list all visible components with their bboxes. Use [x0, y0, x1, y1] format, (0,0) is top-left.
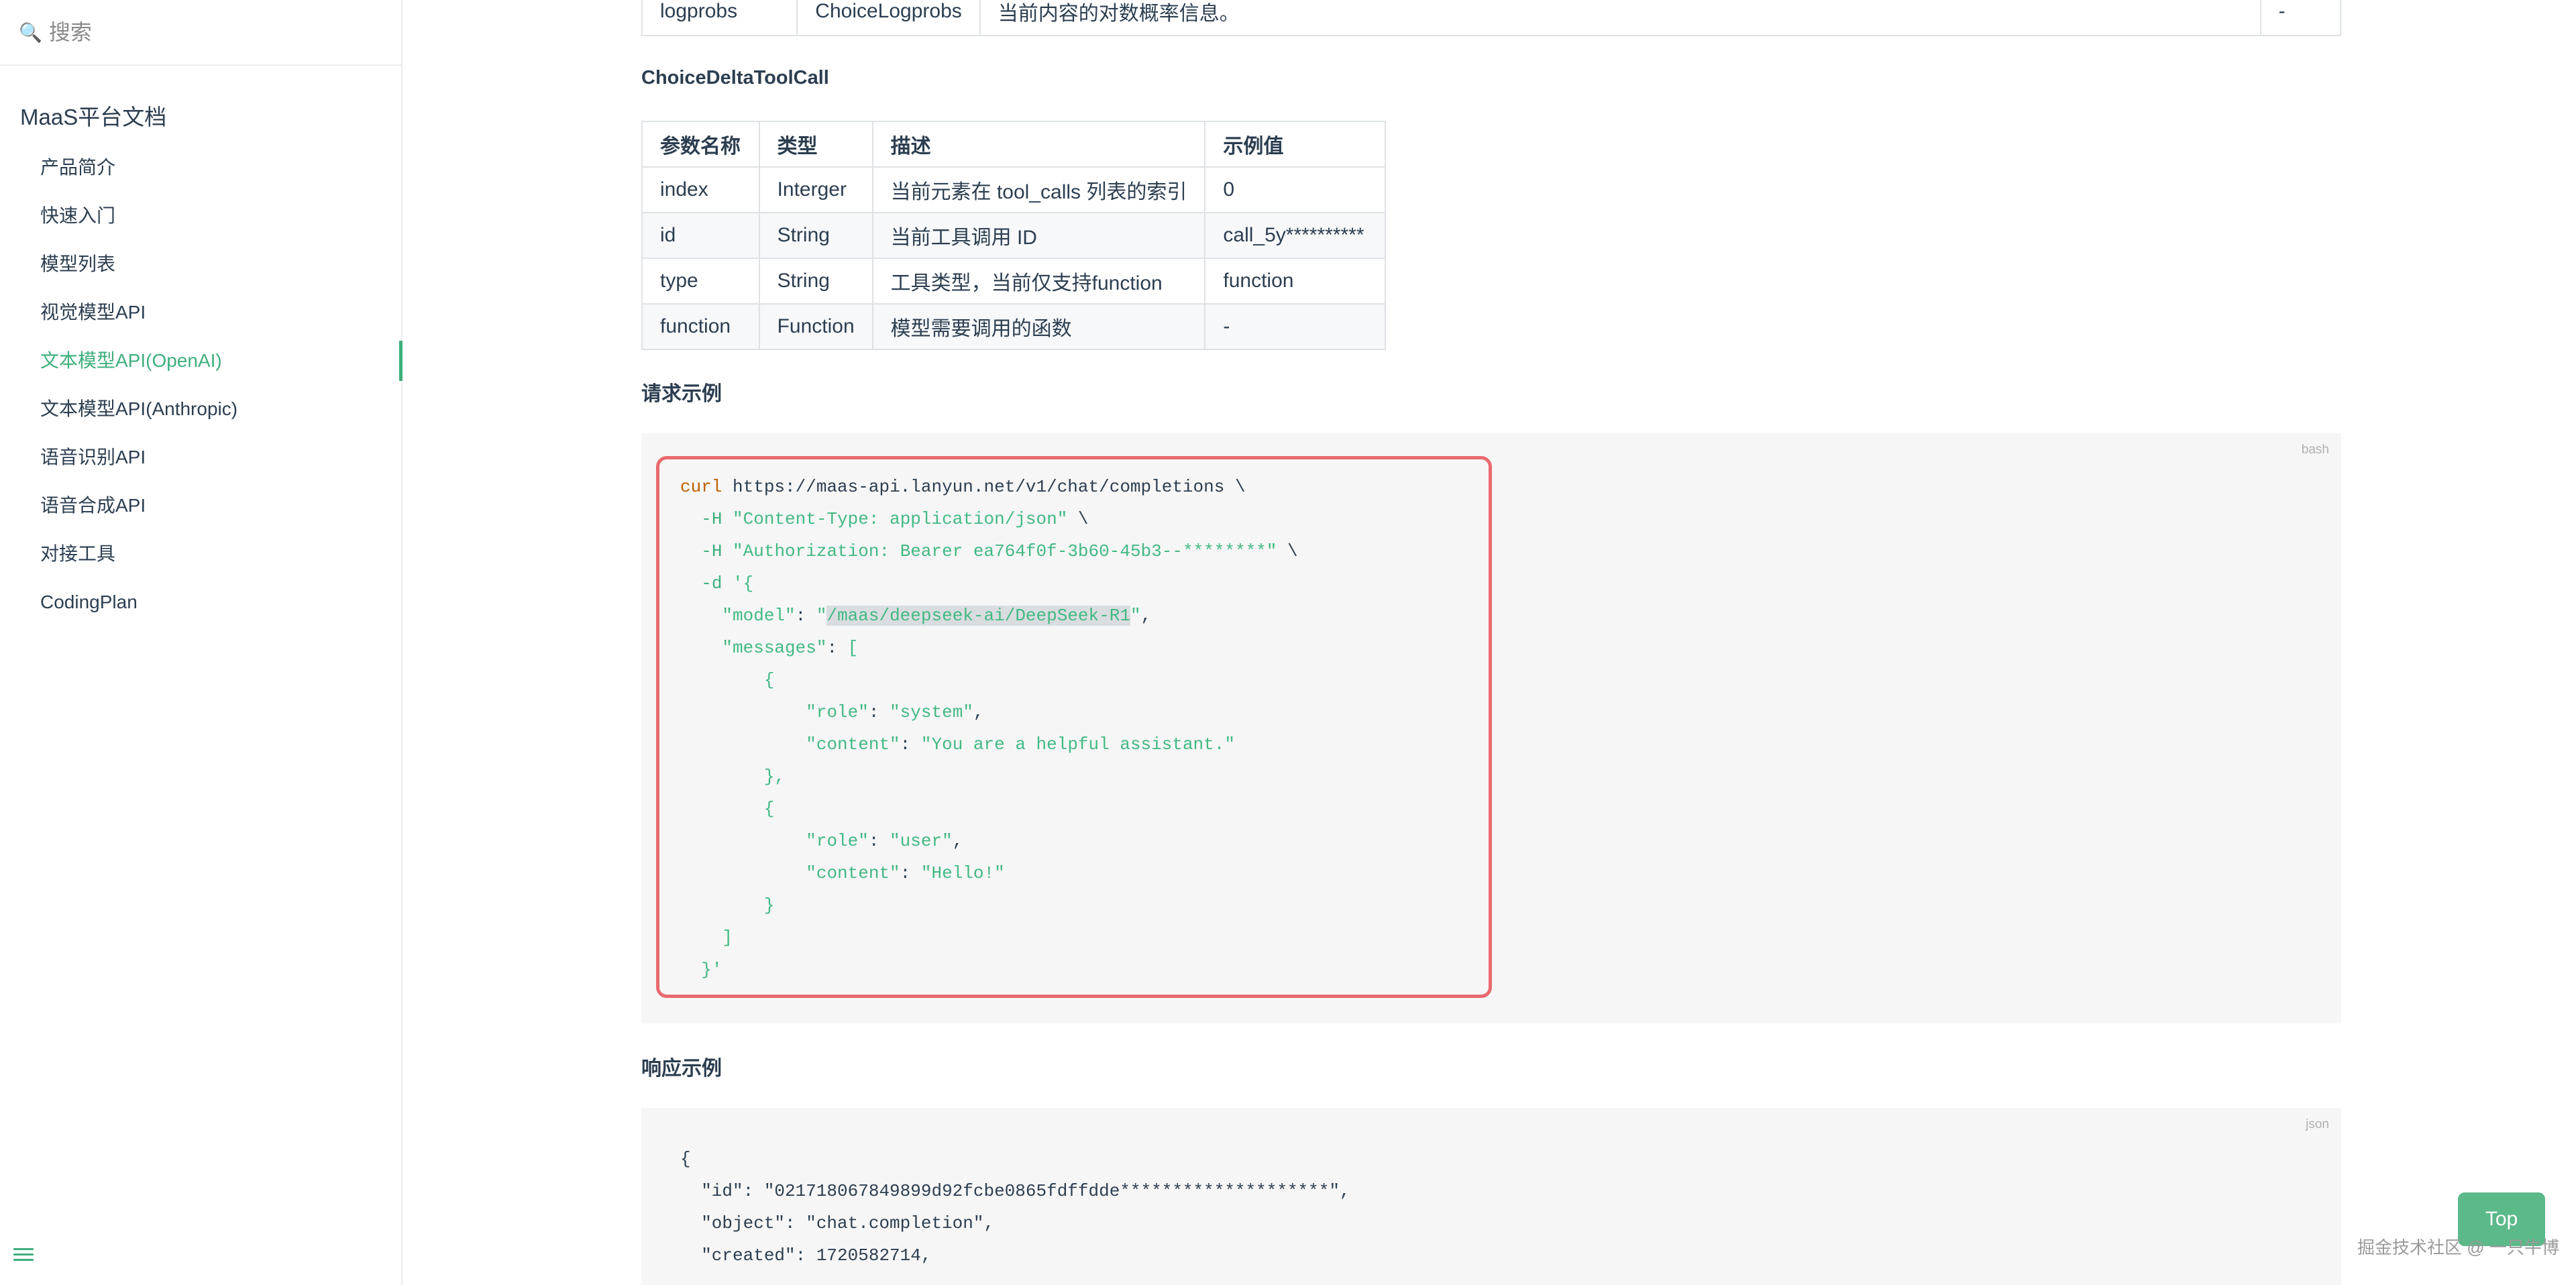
table-cell: -	[2259, 0, 2342, 36]
tool-call-table: 参数名称 类型 描述 示例值 index Interger 当前元素在 tool…	[641, 121, 1386, 350]
sidebar-item-quick-start[interactable]: 快速入门	[0, 192, 401, 240]
table-cell: 当前内容的对数概率信息。	[979, 0, 2261, 36]
code-line: "created": 1720582714,	[680, 1245, 932, 1266]
table-cell: String	[758, 258, 873, 304]
sidebar-nav: 产品简介 快速入门 模型列表 视觉模型API 文本模型API(OpenAI) 文…	[0, 144, 402, 626]
top-table: logprobs ChoiceLogprobs 当前内容的对数概率信息。 -	[641, 0, 2342, 36]
sidebar-item-speech-synthesis-api[interactable]: 语音合成API	[0, 482, 401, 530]
column-header: 参数名称	[641, 121, 760, 168]
code-lang-label: json	[2306, 1117, 2329, 1131]
table-row: logprobs ChoiceLogprobs 当前内容的对数概率信息。 -	[641, 0, 2342, 36]
column-header: 示例值	[1204, 121, 1386, 168]
table-cell: function	[641, 303, 760, 350]
watermark: 掘金技术社区 @ 一只牛博	[2357, 1237, 2559, 1258]
table-cell: 模型需要调用的函数	[871, 303, 1206, 350]
table-row: type String 工具类型，当前仅支持function function	[641, 258, 1386, 304]
sidebar-item-speech-recognition-api[interactable]: 语音识别API	[0, 433, 401, 482]
sidebar: 🔍 MaaS平台文档 产品简介 快速入门 模型列表 视觉模型API 文本模型AP…	[0, 0, 402, 1285]
table-cell: Function	[758, 303, 873, 350]
table-cell: logprobs	[641, 0, 798, 36]
table-row: index Interger 当前元素在 tool_calls 列表的索引 0	[641, 166, 1386, 213]
response-example-heading: 响应示例	[641, 1058, 722, 1080]
search-input[interactable]	[47, 19, 386, 46]
tool-call-heading: ChoiceDeltaToolCall	[641, 67, 829, 89]
table-cell: 0	[1204, 166, 1386, 213]
table-cell: type	[641, 258, 760, 304]
table-cell: ChoiceLogprobs	[796, 0, 981, 36]
code-line: "id": "021718067849899d92fcbe0865fdffdde…	[680, 1181, 1350, 1201]
code-line: {	[680, 1149, 691, 1169]
code-line: "object": "chat.completion",	[680, 1213, 995, 1233]
table-cell: Interger	[758, 166, 873, 213]
table-cell: call_5y**********	[1204, 212, 1386, 259]
table-row: id String 当前工具调用 ID call_5y**********	[641, 212, 1386, 259]
table-header-row: 参数名称 类型 描述 示例值	[641, 121, 1386, 168]
menu-toggle-icon[interactable]	[13, 1245, 34, 1265]
code-lang-label: bash	[2301, 443, 2329, 457]
code-lines: { "id": "021718067849899d92fcbe0865fdffd…	[680, 1143, 1350, 1272]
sidebar-item-model-list[interactable]: 模型列表	[0, 240, 401, 288]
column-header: 描述	[871, 121, 1206, 168]
table-row: function Function 模型需要调用的函数 -	[641, 303, 1386, 350]
table-cell: 工具类型，当前仅支持function	[871, 258, 1206, 304]
table-cell: function	[1204, 258, 1386, 304]
search-box[interactable]: 🔍	[0, 0, 401, 66]
response-code-block[interactable]: json { "id": "021718067849899d92fcbe0865…	[641, 1108, 2341, 1285]
table-cell: id	[641, 212, 760, 259]
table-cell: index	[641, 166, 760, 213]
sidebar-item-codingplan[interactable]: CodingPlan	[0, 578, 401, 626]
table-cell: 当前元素在 tool_calls 列表的索引	[871, 166, 1206, 213]
request-example-heading: 请求示例	[641, 383, 722, 405]
highlight-annotation-box	[656, 456, 1492, 998]
table-cell: 当前工具调用 ID	[871, 212, 1206, 259]
sidebar-title[interactable]: MaaS平台文档	[20, 99, 166, 131]
sidebar-item-product-intro[interactable]: 产品简介	[0, 144, 401, 192]
column-header: 类型	[758, 121, 873, 168]
sidebar-item-text-api-openai[interactable]: 文本模型API(OpenAI)	[0, 337, 402, 385]
sidebar-item-text-api-anthropic[interactable]: 文本模型API(Anthropic)	[0, 385, 401, 433]
search-icon: 🔍	[19, 21, 42, 43]
sidebar-item-integration-tools[interactable]: 对接工具	[0, 530, 401, 578]
table-cell: String	[758, 212, 873, 259]
sidebar-item-vision-api[interactable]: 视觉模型API	[0, 288, 401, 337]
table-cell: -	[1204, 303, 1386, 350]
